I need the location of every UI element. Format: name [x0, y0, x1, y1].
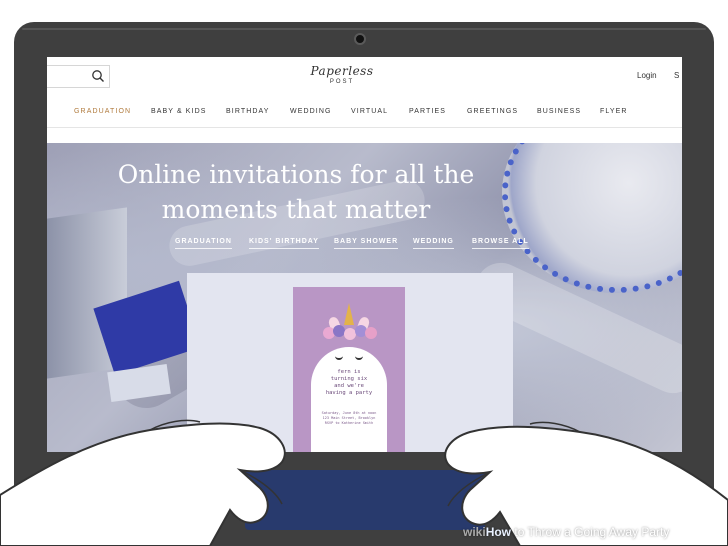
hero-title-line1: Online invitations for all the: [117, 160, 475, 189]
unicorn-horn-icon: [344, 303, 354, 325]
search-input[interactable]: [47, 65, 110, 88]
logo-text: Paperless: [310, 64, 374, 78]
invite-line: having a party: [325, 390, 373, 396]
nav-item-flyer[interactable]: FLYER: [600, 108, 628, 115]
nav-item-parties[interactable]: PARTIES: [409, 108, 446, 115]
invite-line: turning six: [330, 376, 368, 382]
eye-icon: [355, 355, 363, 360]
invite-line: fern is: [337, 369, 361, 375]
hero-link-kids-birthday[interactable]: KIDS' BIRTHDAY: [249, 238, 319, 249]
eye-icon: [335, 355, 343, 360]
nav-item-wedding[interactable]: WEDDING: [290, 108, 332, 115]
hero-link-wedding[interactable]: WEDDING: [413, 238, 454, 249]
laptop-edge: [22, 28, 706, 30]
nav-item-baby-kids[interactable]: BABY & KIDS: [151, 108, 207, 115]
nav-item-birthday[interactable]: BIRTHDAY: [226, 108, 270, 115]
webcam-icon: [354, 33, 366, 45]
flower-icon: [365, 327, 377, 339]
nav-item-graduation[interactable]: GRADUATION: [74, 108, 131, 115]
hero-title: Online invitations for all the moments t…: [47, 157, 545, 227]
category-nav: GRADUATION BABY & KIDS BIRTHDAY WEDDING …: [47, 97, 682, 128]
browser-screen: Paperless POST Login S GRADUATION BABY &…: [47, 57, 682, 452]
invite-line: and we're: [334, 383, 364, 389]
search-icon[interactable]: [91, 69, 105, 83]
invite-message: fern is turning six and we're having a p…: [311, 369, 387, 397]
left-hand: [0, 422, 286, 546]
flower-crown: [323, 325, 377, 340]
watermark-wiki: wiki: [463, 525, 486, 539]
hero-link-baby-shower[interactable]: BABY SHOWER: [334, 238, 399, 249]
hero-title-line2: moments that matter: [161, 195, 431, 224]
logo-subtext: POST: [329, 79, 355, 85]
watermark-how: How: [485, 525, 512, 539]
login-link[interactable]: Login: [637, 71, 657, 80]
wikihow-watermark: wikiHow to Throw a Going Away Party: [463, 525, 669, 539]
nav-item-business[interactable]: BUSINESS: [537, 108, 581, 115]
nav-item-virtual[interactable]: VIRTUAL: [351, 108, 388, 115]
hero-link-graduation[interactable]: GRADUATION: [175, 238, 232, 249]
hero-link-browse-all[interactable]: BROWSE ALL: [472, 238, 529, 249]
site-logo[interactable]: Paperless POST: [299, 64, 385, 85]
signup-link-partial[interactable]: S: [674, 71, 679, 80]
site-header: Paperless POST Login S: [47, 57, 682, 97]
watermark-title: to Throw a Going Away Party: [511, 525, 670, 539]
nav-item-greetings[interactable]: GREETINGS: [467, 108, 518, 115]
